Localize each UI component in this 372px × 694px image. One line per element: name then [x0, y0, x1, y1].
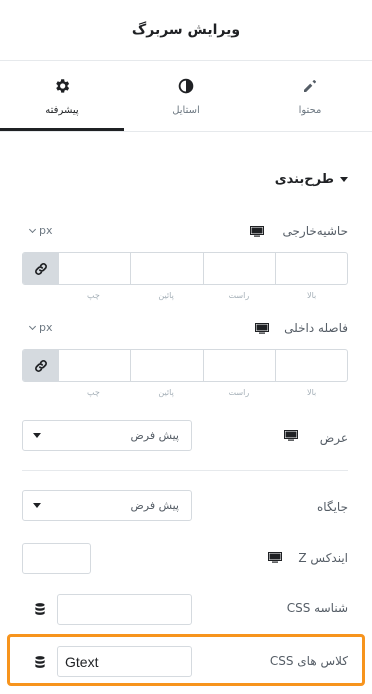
pencil-icon — [301, 77, 319, 95]
desktop-icon[interactable] — [255, 323, 269, 334]
section-layout-toggle[interactable]: طرح‌بندی — [275, 172, 348, 187]
padding-label: فاصله داخلی — [284, 321, 348, 335]
link-values-button[interactable] — [23, 253, 58, 284]
width-value: پیش فرض — [130, 429, 179, 442]
divider — [22, 470, 348, 471]
margin-right-input[interactable] — [202, 253, 275, 284]
margin-left-input[interactable] — [58, 253, 130, 284]
panel-header: ویرایش سربرگ — [0, 0, 372, 61]
position-label: جایگاه — [317, 500, 348, 514]
margin-left-label: چپ — [86, 291, 100, 300]
padding-left-label: چپ — [86, 388, 100, 397]
link-icon — [34, 262, 47, 275]
margin-dimension-labels: چپ پائین راست بالا — [57, 291, 348, 300]
margin-bottom-input[interactable] — [130, 253, 202, 284]
chevron-down-icon — [28, 225, 37, 233]
tab-advanced[interactable]: پیشرفته — [0, 61, 124, 131]
margin-top-input[interactable] — [274, 253, 347, 284]
padding-dimension-labels: چپ پائین راست بالا — [57, 388, 348, 397]
padding-top-input[interactable] — [274, 350, 347, 381]
css-id-input[interactable] — [57, 594, 192, 625]
link-values-button[interactable] — [23, 350, 58, 381]
width-label: عرض — [319, 431, 348, 445]
tabs-bar: پیشرفته استایل محتوا — [0, 61, 372, 132]
padding-top-label: بالا — [307, 388, 317, 397]
chevron-down-icon — [28, 322, 37, 330]
padding-right-input[interactable] — [202, 350, 275, 381]
desktop-icon[interactable] — [250, 226, 264, 237]
position-select[interactable]: پیش فرض — [22, 490, 192, 521]
margin-dimensions — [22, 252, 348, 285]
desktop-icon[interactable] — [284, 430, 298, 441]
padding-left-input[interactable] — [58, 350, 130, 381]
padding-bottom-input[interactable] — [130, 350, 202, 381]
caret-down-icon — [33, 503, 41, 508]
desktop-icon[interactable] — [268, 552, 282, 563]
caret-down-icon — [33, 433, 41, 438]
padding-bottom-label: پائین — [158, 388, 174, 397]
link-icon — [34, 359, 47, 372]
margin-unit-select[interactable]: px — [28, 224, 53, 237]
highlight-box — [7, 634, 365, 686]
padding-dimensions — [22, 349, 348, 382]
css-id-label: شناسه CSS — [286, 601, 348, 615]
dynamic-tags-icon[interactable] — [33, 602, 47, 616]
padding-right-label: راست — [228, 388, 250, 397]
margin-bottom-label: پائین — [158, 291, 174, 300]
width-select[interactable]: پیش فرض — [22, 420, 192, 451]
zindex-label: ایندکس Z — [298, 551, 348, 565]
tab-advanced-label: پیشرفته — [45, 105, 79, 116]
gear-icon — [53, 77, 71, 95]
zindex-input[interactable] — [22, 543, 91, 574]
tab-style[interactable]: استایل — [124, 61, 248, 131]
margin-right-label: راست — [228, 291, 250, 300]
tab-content[interactable]: محتوا — [248, 61, 372, 131]
margin-unit: px — [39, 224, 53, 237]
tab-style-label: استایل — [172, 105, 200, 116]
margin-label: حاشیه‌خارجی — [282, 224, 348, 238]
half-circle-icon — [177, 77, 195, 95]
padding-unit-select[interactable]: px — [28, 321, 53, 334]
caret-down-icon — [340, 177, 348, 182]
page-title: ویرایش سربرگ — [131, 22, 241, 38]
position-value: پیش فرض — [130, 499, 179, 512]
tab-content-label: محتوا — [298, 105, 322, 116]
section-title: طرح‌بندی — [274, 172, 334, 187]
padding-unit: px — [39, 321, 53, 334]
margin-top-label: بالا — [307, 291, 317, 300]
